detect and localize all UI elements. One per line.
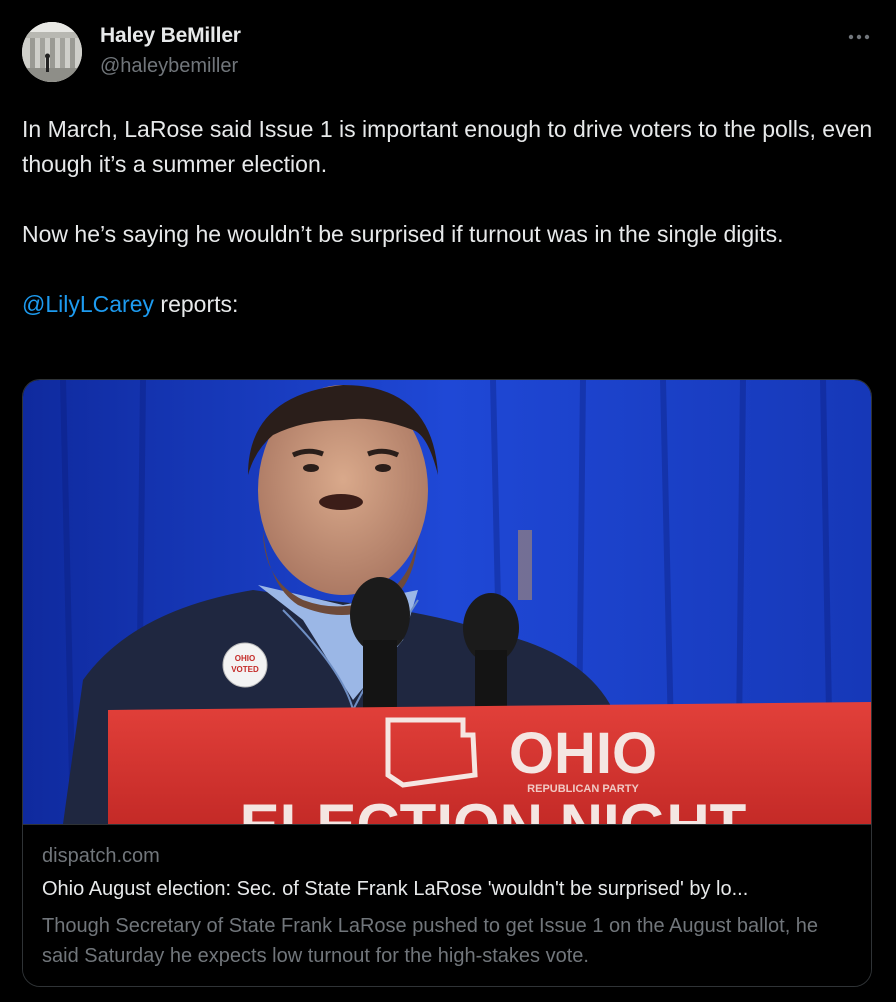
tweet-paragraph-2: Now he’s saying he wouldn’t be surprised… <box>22 221 784 247</box>
card-image[interactable]: OHIO VOTED OHIO REPUBLICAN PARTY ELECTIO… <box>23 380 871 824</box>
podium-ohio-text: OHIO <box>509 721 657 786</box>
author-name[interactable]: Haley BeMiller <box>100 24 241 48</box>
more-horizontal-icon <box>848 34 870 40</box>
tweet-text: In March, LaRose said Issue 1 is importa… <box>22 112 874 357</box>
podium-bottom-text: ELECTION NIGHT <box>240 792 747 824</box>
tweet-paragraph-1: In March, LaRose said Issue 1 is importa… <box>22 116 873 177</box>
link-card[interactable]: OHIO VOTED OHIO REPUBLICAN PARTY ELECTIO… <box>22 379 872 987</box>
more-options-button[interactable] <box>844 22 874 52</box>
card-domain: dispatch.com <box>42 845 160 867</box>
card-title[interactable]: Ohio August election: Sec. of State Fran… <box>42 878 857 901</box>
card-meta[interactable]: dispatch.com Ohio August election: Sec. … <box>23 824 871 986</box>
mention-link[interactable]: @LilyLCarey <box>22 291 154 317</box>
tweet-paragraph-3: @LilyLCarey reports: <box>22 287 874 322</box>
tweet-paragraph-3-suffix: reports: <box>154 291 239 317</box>
card-photo: OHIO VOTED OHIO REPUBLICAN PARTY ELECTIO… <box>23 380 871 824</box>
button-text-bottom: VOTED <box>231 665 259 674</box>
card-description: Though Secretary of State Frank LaRose p… <box>42 915 819 967</box>
lapel-button: OHIO VOTED <box>222 642 268 688</box>
avatar-photo-icon <box>22 22 82 82</box>
button-text-top: OHIO <box>235 654 255 663</box>
author-handle[interactable]: @haleybemiller <box>100 55 238 78</box>
tweet: Haley BeMiller @haleybemiller In March, … <box>0 0 896 1002</box>
author-avatar[interactable] <box>22 22 82 82</box>
